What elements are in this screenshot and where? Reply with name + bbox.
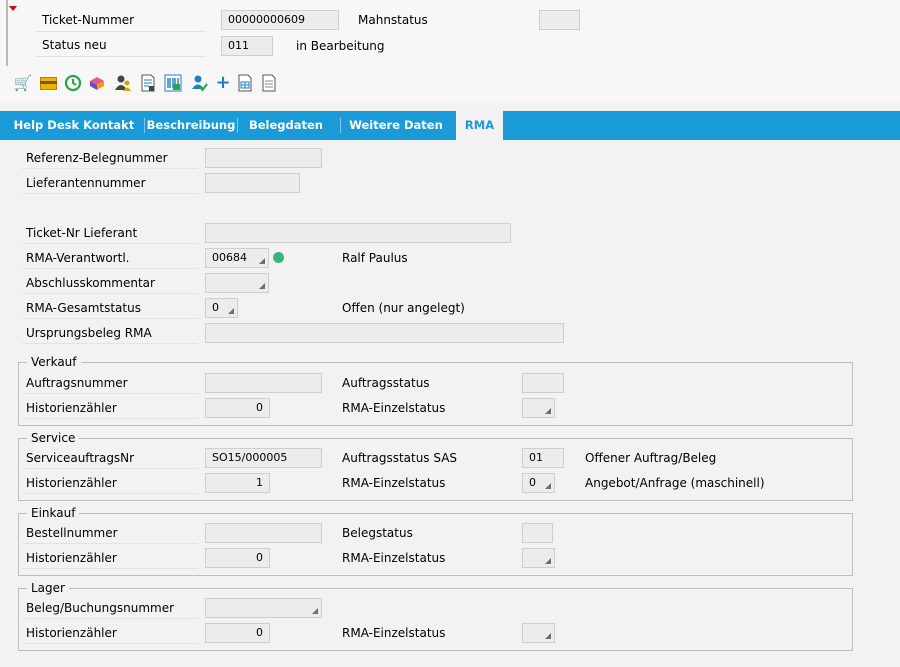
rma-verantwortlich-label: RMA-Verantwortl. (22, 247, 198, 269)
status-new-label: Status neu (36, 34, 206, 57)
serviceauftragsnr-field[interactable]: SO15/000005 (205, 448, 322, 468)
tab-weitere-daten[interactable]: Weitere Daten (341, 111, 451, 140)
einkauf-historienzaehler-field[interactable]: 0 (205, 548, 270, 568)
document-form-icon[interactable] (236, 74, 254, 92)
cart-icon[interactable]: 🛒 (14, 74, 33, 92)
verkauf-historienzaehler-label: Historienzähler (22, 397, 198, 419)
verkauf-rma-einzelstatus-field[interactable] (522, 398, 555, 418)
ursprungsbeleg-label: Ursprungsbeleg RMA (22, 322, 198, 344)
rma-gesamtstatus-field[interactable]: 0 (205, 298, 238, 318)
service-rma-einzelstatus-text: Angebot/Anfrage (maschinell) (585, 476, 765, 490)
abschlusskommentar-field[interactable] (205, 273, 269, 293)
users-icon[interactable] (114, 74, 132, 92)
belegstatus-field[interactable] (522, 523, 553, 543)
verkauf-rma-einzelstatus-label: RMA-Einzelstatus (342, 401, 446, 415)
bestellnummer-label: Bestellnummer (22, 522, 198, 544)
mahnstatus-field[interactable] (539, 10, 580, 30)
person-check-icon[interactable] (190, 74, 208, 92)
einkauf-group-title: Einkauf (27, 506, 80, 520)
box-icon[interactable] (88, 74, 106, 92)
service-historienzaehler-field[interactable]: 1 (205, 473, 270, 493)
rma-gesamtstatus-label: RMA-Gesamtstatus (22, 297, 198, 319)
header-marker (6, 0, 8, 66)
tab-beschreibung[interactable]: Beschreibung (145, 111, 237, 140)
einkauf-historienzaehler-label: Historienzähler (22, 547, 198, 569)
status-new-field[interactable]: 011 (221, 36, 273, 56)
verkauf-historienzaehler-field[interactable]: 0 (205, 398, 270, 418)
beleg-buchungsnummer-field[interactable] (205, 598, 322, 618)
einkauf-rma-einzelstatus-field[interactable] (522, 548, 555, 568)
tab-belegdaten[interactable]: Belegdaten (238, 111, 334, 140)
tab-help-desk-kontakt[interactable]: Help Desk Kontakt (4, 111, 144, 140)
service-rma-einzelstatus-label: RMA-Einzelstatus (342, 476, 446, 490)
lager-historienzaehler-label: Historienzähler (22, 622, 198, 644)
serviceauftragsnr-label: ServiceauftragsNr (22, 447, 198, 469)
mahnstatus-label: Mahnstatus (358, 13, 428, 27)
service-historienzaehler-label: Historienzähler (22, 472, 198, 494)
tab-bar: Help Desk Kontakt Beschreibung Belegdate… (0, 111, 900, 140)
lieferantennummer-label: Lieferantennummer (22, 172, 198, 194)
document-icon[interactable] (260, 74, 278, 92)
einkauf-rma-einzelstatus-label: RMA-Einzelstatus (342, 551, 446, 565)
ticket-nr-lieferant-field[interactable] (205, 223, 511, 243)
online-status-icon (273, 252, 284, 263)
lager-group-title: Lager (27, 581, 69, 595)
ticket-number-field[interactable]: 00000000609 (221, 10, 339, 30)
ticket-number-label: Ticket-Nummer (36, 9, 206, 32)
card-icon[interactable] (39, 74, 57, 92)
lager-rma-einzelstatus-field[interactable] (522, 623, 555, 643)
history-icon[interactable] (64, 74, 82, 92)
referenz-belegnummer-label: Referenz-Belegnummer (22, 147, 198, 169)
referenz-belegnummer-field[interactable] (205, 148, 322, 168)
auftragsstatus-field[interactable] (522, 373, 564, 393)
lager-rma-einzelstatus-label: RMA-Einzelstatus (342, 626, 446, 640)
service-group-title: Service (27, 431, 80, 445)
auftragsnummer-field[interactable] (205, 373, 322, 393)
auftragsstatus-sas-label: Auftragsstatus SAS (342, 451, 458, 465)
rma-gesamtstatus-text: Offen (nur angelegt) (342, 301, 465, 315)
verkauf-group-title: Verkauf (27, 355, 81, 369)
auftragsstatus-label: Auftragsstatus (342, 376, 430, 390)
tab-rma[interactable]: RMA (456, 111, 503, 140)
add-icon[interactable]: + (214, 74, 232, 92)
rma-verantwortlich-field[interactable]: 00684 (205, 248, 269, 268)
lager-historienzaehler-field[interactable]: 0 (205, 623, 270, 643)
ticket-nr-lieferant-label: Ticket-Nr Lieferant (22, 222, 198, 244)
ursprungsbeleg-field[interactable] (205, 323, 564, 343)
barcode-icon[interactable] (164, 74, 182, 92)
document-list-icon[interactable] (139, 74, 157, 92)
auftragsnummer-label: Auftragsnummer (22, 372, 198, 394)
auftragsstatus-sas-field[interactable]: 01 (522, 448, 564, 468)
bestellnummer-field[interactable] (205, 523, 322, 543)
lieferantennummer-field[interactable] (205, 173, 300, 193)
abschlusskommentar-label: Abschlusskommentar (22, 272, 198, 294)
beleg-buchungsnummer-label: Beleg/Buchungsnummer (22, 597, 198, 619)
status-text: in Bearbeitung (296, 39, 385, 53)
service-rma-einzelstatus-field[interactable]: 0 (522, 473, 555, 493)
belegstatus-label: Belegstatus (342, 526, 413, 540)
rma-verantwortlich-name: Ralf Paulus (342, 251, 408, 265)
auftragsstatus-sas-text: Offener Auftrag/Beleg (585, 451, 717, 465)
collapse-arrow-icon[interactable] (9, 6, 17, 11)
